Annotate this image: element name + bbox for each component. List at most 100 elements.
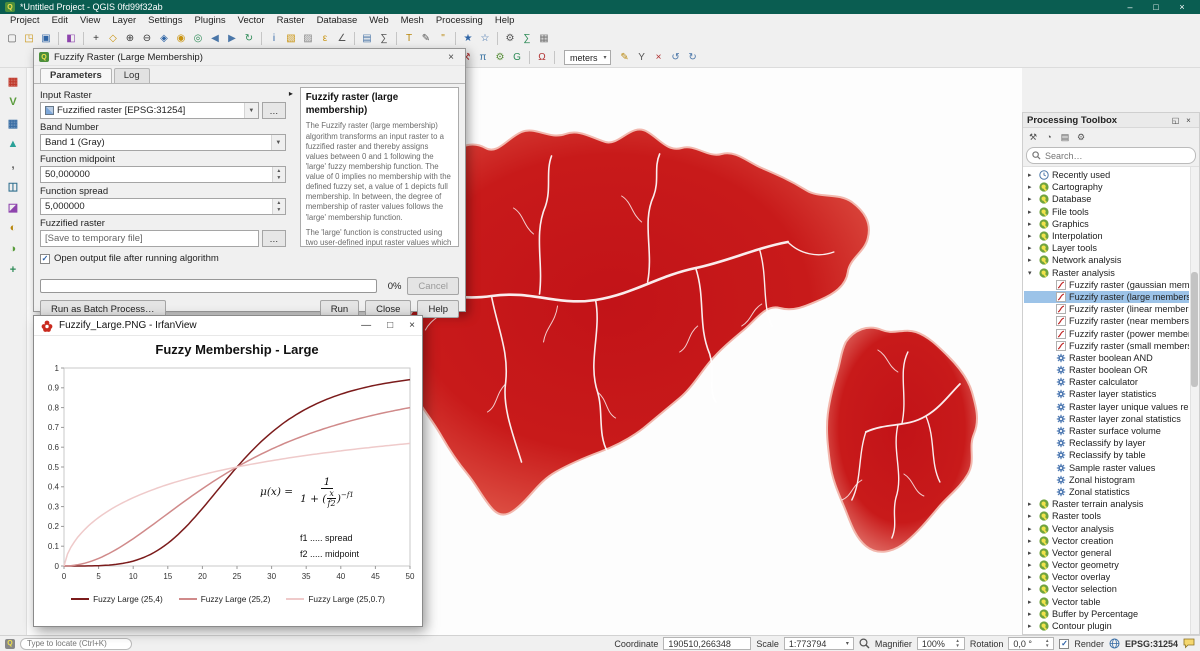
- toolbox-item-raster-boolean-and[interactable]: Raster boolean AND: [1024, 352, 1189, 364]
- toolbox-results-icon[interactable]: ▤: [1058, 130, 1072, 144]
- add-postgis-layer-icon[interactable]: ◫: [4, 177, 22, 195]
- map-tips-icon[interactable]: ": [435, 30, 451, 46]
- menu-help[interactable]: Help: [489, 14, 521, 28]
- toolbox-item-fuzzify-raster-linear-membership[interactable]: Fuzzify raster (linear membership): [1024, 303, 1189, 315]
- toolbox-item-network-analysis[interactable]: ▸Network analysis: [1024, 254, 1189, 266]
- annotations-icon[interactable]: ✎: [418, 30, 434, 46]
- refresh-map-icon[interactable]: ↻: [241, 30, 257, 46]
- new-project-icon[interactable]: ▢: [4, 30, 20, 46]
- spread-spinbox[interactable]: 5,000000 ▲▼: [40, 198, 286, 215]
- scale-combobox[interactable]: 1:773794▾: [784, 637, 854, 650]
- processing-model-designer-icon[interactable]: ⚙: [492, 50, 508, 66]
- maximize-window-icon[interactable]: □: [1143, 0, 1169, 14]
- toolbox-item-vector-table[interactable]: ▸Vector table: [1024, 596, 1189, 608]
- close-dialog-icon[interactable]: ×: [442, 49, 460, 65]
- menu-mesh[interactable]: Mesh: [395, 14, 430, 28]
- toolbox-models-icon[interactable]: ⚒: [1026, 130, 1040, 144]
- menu-plugins[interactable]: Plugins: [188, 14, 231, 28]
- toolbox-item-vector-analysis[interactable]: ▸Vector analysis: [1024, 522, 1189, 534]
- toolbox-item-raster-tools[interactable]: ▸Raster tools: [1024, 510, 1189, 522]
- menu-database[interactable]: Database: [311, 14, 364, 28]
- field-calculator-icon[interactable]: ∑: [376, 30, 392, 46]
- render-checkbox[interactable]: ✓: [1059, 639, 1069, 649]
- menu-vector[interactable]: Vector: [232, 14, 271, 28]
- new-bookmark-icon[interactable]: ★: [460, 30, 476, 46]
- float-panel-icon[interactable]: ◱: [1169, 114, 1182, 127]
- data-source-manager-icon[interactable]: ▦: [4, 72, 22, 90]
- style-manager-icon[interactable]: ◧: [63, 30, 79, 46]
- statistics-panel-icon[interactable]: ∑: [519, 30, 535, 46]
- toolbox-item-fuzzify-raster-power-membership[interactable]: Fuzzify raster (power membership): [1024, 327, 1189, 339]
- tab-log[interactable]: Log: [114, 68, 150, 83]
- pan-to-selection-icon[interactable]: ◇: [105, 30, 121, 46]
- deselect-features-icon[interactable]: ▨: [300, 30, 316, 46]
- attributes-table-icon[interactable]: ▤: [359, 30, 375, 46]
- toolbox-item-buffer-by-percentage[interactable]: ▸Buffer by Percentage: [1024, 608, 1189, 620]
- minimize-window-icon[interactable]: —: [361, 320, 371, 331]
- toolbox-item-fuzzify-raster-small-membership[interactable]: Fuzzify raster (small membership): [1024, 340, 1189, 352]
- spinner-arrows-icon[interactable]: ▲▼: [272, 199, 285, 214]
- close-window-icon[interactable]: ×: [409, 320, 415, 331]
- search-input[interactable]: [1045, 151, 1190, 161]
- toolbox-item-recently-used[interactable]: ▸Recently used: [1024, 169, 1189, 181]
- open-output-checkbox[interactable]: ✓: [40, 254, 50, 264]
- toolbox-item-raster-terrain-analysis[interactable]: ▸Raster terrain analysis: [1024, 498, 1189, 510]
- grass-tools-icon[interactable]: G: [509, 50, 525, 66]
- add-mesh-layer-icon[interactable]: ▲: [4, 135, 22, 153]
- spinner-arrows-icon[interactable]: ▲▼: [272, 167, 285, 182]
- output-file-field[interactable]: [40, 230, 259, 247]
- python-console-icon[interactable]: π: [475, 50, 491, 66]
- save-project-icon[interactable]: ▣: [38, 30, 54, 46]
- input-raster-combobox[interactable]: Fuzzified raster [EPSG:31254] ▼: [40, 102, 259, 119]
- toolbox-item-vector-geometry[interactable]: ▸Vector geometry: [1024, 559, 1189, 571]
- show-bookmarks-icon[interactable]: ☆: [477, 30, 493, 46]
- open-project-icon[interactable]: ◳: [21, 30, 37, 46]
- browse-output-button[interactable]: …: [262, 230, 286, 247]
- toolbox-item-zonal-statistics[interactable]: Zonal statistics: [1024, 486, 1189, 498]
- toolbox-history-icon[interactable]: ◔: [1042, 130, 1056, 144]
- toolbox-item-raster-surface-volume[interactable]: Raster surface volume: [1024, 425, 1189, 437]
- add-wms-layer-icon[interactable]: ◐: [4, 219, 22, 237]
- toolbox-item-reclassify-by-layer[interactable]: Reclassify by layer: [1024, 437, 1189, 449]
- crs-button[interactable]: EPSG:31254: [1125, 639, 1178, 649]
- zoom-full-icon[interactable]: ◈: [156, 30, 172, 46]
- toolbox-item-sample-raster-values[interactable]: Sample raster values: [1024, 462, 1189, 474]
- pan-map-icon[interactable]: +: [88, 30, 104, 46]
- tree-scrollbar[interactable]: [1190, 167, 1199, 634]
- toolbox-item-raster-boolean-or[interactable]: Raster boolean OR: [1024, 364, 1189, 376]
- zoom-out-icon[interactable]: ⊖: [139, 30, 155, 46]
- rotation-box[interactable]: 0,0 °▲▼: [1008, 637, 1054, 650]
- output-file-input[interactable]: [45, 233, 258, 244]
- toolbox-item-raster-calculator[interactable]: Raster calculator: [1024, 376, 1189, 388]
- toolbox-item-fuzzify-raster-near-membership[interactable]: Fuzzify raster (near membership): [1024, 315, 1189, 327]
- toolbox-options-icon[interactable]: ⚙: [1074, 130, 1088, 144]
- close-panel-icon[interactable]: ×: [1182, 114, 1195, 127]
- menu-project[interactable]: Project: [4, 14, 46, 28]
- toolbox-item-reclassify-by-table[interactable]: Reclassify by table: [1024, 449, 1189, 461]
- delete-selected-icon[interactable]: ×: [651, 50, 667, 66]
- midpoint-spinbox[interactable]: 50,000000 ▲▼: [40, 166, 286, 183]
- toolbox-item-fuzzify-raster-gaussian-membership[interactable]: Fuzzify raster (gaussian membership): [1024, 279, 1189, 291]
- snapping-toggle-icon[interactable]: Ω: [534, 50, 550, 66]
- messages-icon[interactable]: [1183, 638, 1195, 649]
- toolbox-item-fuzzify-raster-large-membership[interactable]: Fuzzify raster (large membership): [1024, 291, 1189, 303]
- layout-manager-icon[interactable]: ▦: [536, 30, 552, 46]
- toolbox-item-graphics[interactable]: ▸Graphics: [1024, 218, 1189, 230]
- toolbox-item-file-tools[interactable]: ▸File tools: [1024, 206, 1189, 218]
- help-button[interactable]: Help: [417, 300, 459, 318]
- toolbox-item-vector-overlay[interactable]: ▸Vector overlay: [1024, 571, 1189, 583]
- toolbox-item-zonal-histogram[interactable]: Zonal histogram: [1024, 474, 1189, 486]
- add-xyz-layer-icon[interactable]: +: [4, 261, 22, 279]
- menu-processing[interactable]: Processing: [430, 14, 489, 28]
- toolbox-item-vector-selection[interactable]: ▸Vector selection: [1024, 583, 1189, 595]
- scrollbar-thumb[interactable]: [1191, 272, 1198, 387]
- chevron-down-icon[interactable]: ▼: [244, 103, 258, 118]
- coordinate-box[interactable]: 190510,266348: [663, 637, 751, 650]
- toolbox-item-database[interactable]: ▸Database: [1024, 193, 1189, 205]
- units-combobox[interactable]: meters ▾: [564, 50, 611, 65]
- chevron-down-icon[interactable]: ▼: [271, 135, 285, 150]
- minimize-window-icon[interactable]: –: [1117, 0, 1143, 14]
- toolbox-item-cartography[interactable]: ▸Cartography: [1024, 181, 1189, 193]
- add-wfs-layer-icon[interactable]: ◑: [4, 240, 22, 258]
- zoom-next-icon[interactable]: ▶: [224, 30, 240, 46]
